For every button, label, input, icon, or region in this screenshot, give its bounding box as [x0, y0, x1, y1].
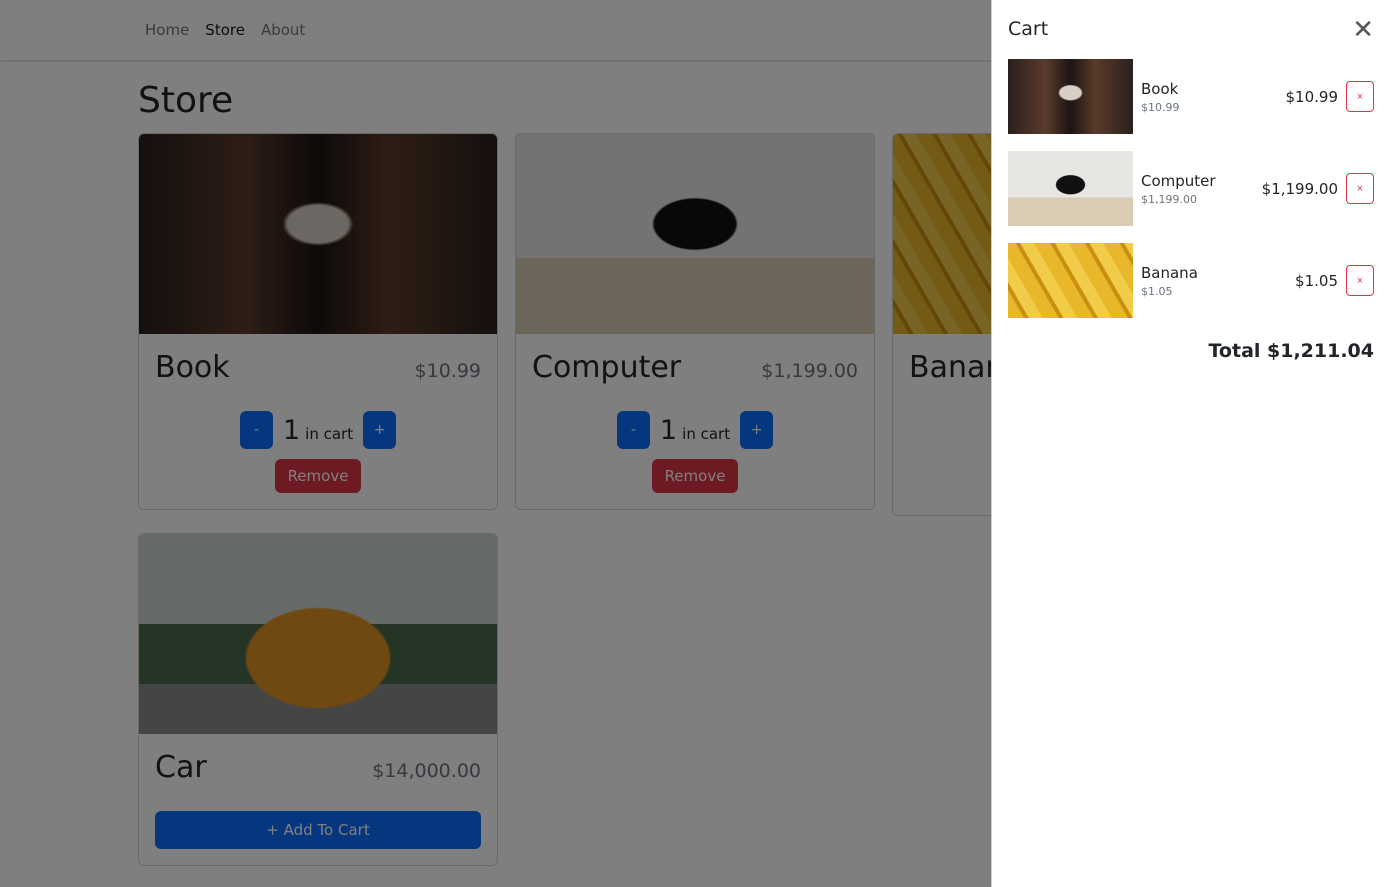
cart-item: Book $10.99 $10.99 × — [1008, 59, 1374, 134]
item-image — [1008, 151, 1133, 226]
cart-title: Cart — [1008, 18, 1049, 40]
remove-item-button[interactable]: × — [1346, 81, 1374, 112]
item-image — [1008, 243, 1133, 318]
remove-item-button[interactable]: × — [1346, 265, 1374, 296]
item-total: $1.05 — [1295, 271, 1338, 290]
item-name: Book — [1141, 79, 1179, 98]
item-unit-price: $1.05 — [1141, 284, 1173, 298]
cart-total: Total $1,211.04 — [1208, 340, 1375, 362]
item-name: Computer — [1141, 171, 1216, 190]
item-unit-price: $10.99 — [1141, 100, 1180, 114]
cart-offcanvas: Cart ✕ Book $10.99 $10.99 × Computer $1,199.0… — [991, 0, 1387, 887]
item-unit-price: $1,199.00 — [1141, 192, 1197, 206]
item-name: Banana — [1141, 263, 1198, 282]
close-icon[interactable]: ✕ — [1352, 16, 1374, 42]
item-image — [1008, 59, 1133, 134]
cart-item: Computer $1,199.00 $1,199.00 × — [1008, 151, 1374, 226]
cart-item: Banana $1.05 $1.05 × — [1008, 243, 1374, 318]
remove-item-button[interactable]: × — [1346, 173, 1374, 204]
item-total: $1,199.00 — [1261, 179, 1338, 198]
item-total: $10.99 — [1285, 87, 1339, 106]
